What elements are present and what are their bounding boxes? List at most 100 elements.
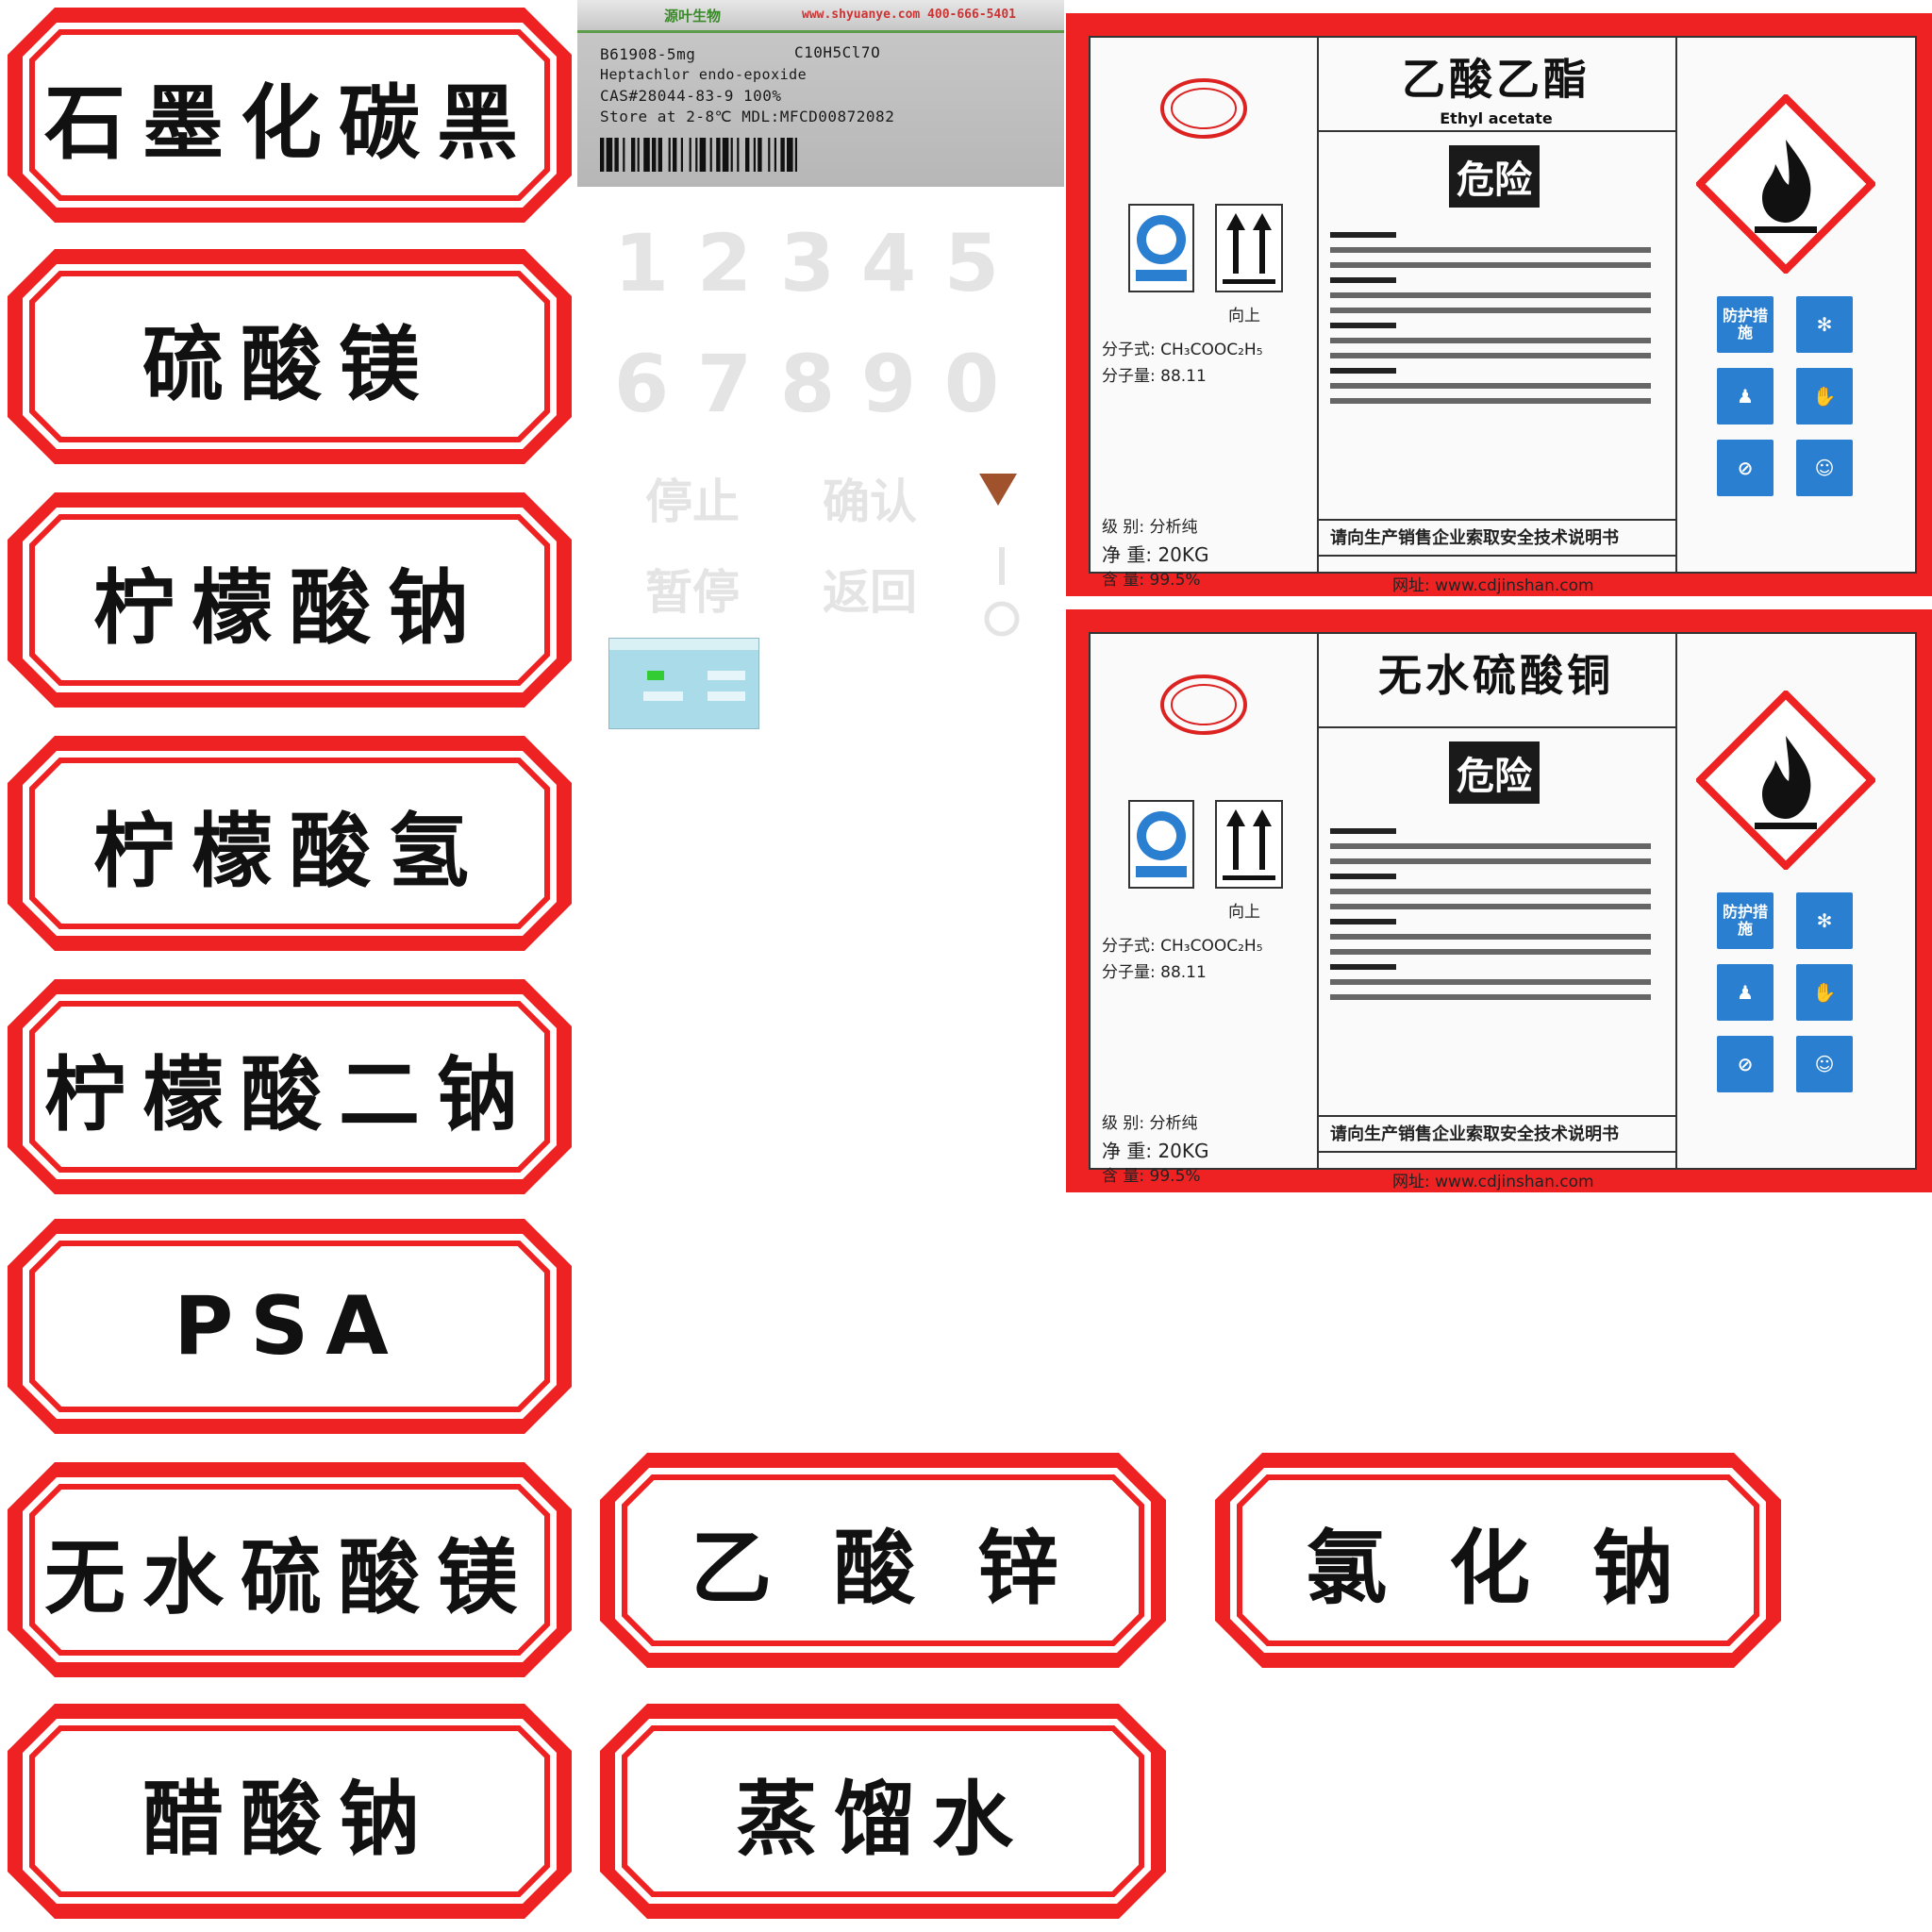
hazard-title-box: 乙酸乙酯 Ethyl acetate	[1317, 38, 1675, 132]
thumbnail-titlebar	[609, 639, 758, 650]
hazard-text-line	[1330, 979, 1651, 985]
chem-name-label: 硫酸镁	[8, 249, 572, 464]
chem-name-label: PSA	[8, 1219, 572, 1434]
thumbnail-indicator	[647, 671, 664, 680]
hazard-text-line	[1330, 874, 1396, 879]
hazard-text-line	[1330, 368, 1396, 374]
label-text: 柠檬酸氢	[93, 804, 486, 899]
hazard-text-line	[1330, 889, 1651, 894]
protective-measures-badge: 防护措施	[1717, 892, 1774, 949]
back-button[interactable]: 返回	[823, 555, 917, 623]
chem-name-label: 柠檬酸氢	[8, 736, 572, 951]
key-6[interactable]: 6	[604, 338, 679, 430]
chem-name-label: 蒸馏水	[600, 1704, 1166, 1919]
reagent-brand: 源叶生物	[664, 8, 722, 25]
chemical-title: 乙酸乙酯	[1402, 54, 1591, 105]
hazard-middle-column: 无水硫酸铜 危险 请向生产销售企业索取安全技术说明书 网址: www.cdjin…	[1317, 634, 1677, 1191]
pause-button[interactable]: 暂停	[645, 555, 740, 623]
hazard-text-line	[1330, 919, 1396, 924]
hazard-text-line	[1330, 323, 1396, 328]
hazard-text-line	[1330, 262, 1651, 268]
barcode-image	[600, 138, 797, 172]
hazard-statements	[1330, 223, 1660, 413]
content: 含 量: 99.5%	[1102, 1167, 1201, 1186]
hazard-title-box: 无水硫酸铜	[1317, 634, 1675, 728]
gloves-icon: ✋	[1796, 964, 1853, 1021]
ventilation-icon: ✻	[1796, 296, 1853, 353]
hazard-text-line	[1330, 383, 1651, 389]
chem-name-label: 无水硫酸镁	[8, 1462, 572, 1677]
upright-caption: 向上	[1228, 903, 1260, 922]
respirator-icon: ☺	[1796, 440, 1853, 496]
hazard-right-column: 防护措施 ✻ ♟ ✋ ⊘ ☺	[1677, 38, 1915, 572]
key-0[interactable]: 0	[934, 338, 1009, 430]
label-text: 氯 化 钠	[1306, 1521, 1690, 1616]
danger-badge: 危险	[1449, 741, 1540, 804]
this-way-up-icon	[1215, 204, 1283, 292]
hazard-text-line	[1330, 398, 1651, 404]
reagent-website: www.shyuanye.com 400-666-5401	[802, 8, 1016, 22]
chemical-subtitle: Ethyl acetate	[1440, 109, 1553, 127]
key-9[interactable]: 9	[851, 338, 926, 430]
label-text: 乙 酸 锌	[691, 1521, 1075, 1616]
chem-name-label: 石墨化碳黑	[8, 8, 572, 223]
net-weight: 净 重: 20KG	[1102, 543, 1209, 566]
company-seal-icon	[1160, 675, 1247, 735]
respirator-icon: ☺	[1796, 1036, 1853, 1092]
confirm-button[interactable]: 确认	[823, 464, 917, 532]
key-8[interactable]: 8	[770, 338, 845, 430]
hazard-text-line	[1330, 353, 1651, 358]
reagent-cas: CAS#28044-83-9 100%	[600, 87, 782, 105]
content: 含 量: 99.5%	[1102, 571, 1201, 590]
label-text: 硫酸镁	[142, 317, 437, 412]
no-fire-icon: ⊘	[1717, 440, 1774, 496]
key-3[interactable]: 3	[770, 217, 845, 309]
label-text: 柠檬酸二钠	[44, 1047, 535, 1142]
safety-manual-note: 请向生产销售企业索取安全技术说明书	[1330, 528, 1619, 548]
hazard-label-body: 向上 分子式: CH₃COOC₂H₅ 分子量: 88.11 级 别: 分析纯 净…	[1089, 632, 1917, 1191]
hazard-label-body: 向上 分子式: CH₃COOC₂H₅ 分子量: 88.11 级 别: 分析纯 净…	[1089, 36, 1917, 595]
hazard-text-line	[1330, 828, 1396, 834]
hazard-text-line	[1330, 934, 1651, 940]
key-1[interactable]: 1	[604, 217, 679, 309]
power-toggle-icon[interactable]	[981, 547, 1023, 641]
key-2[interactable]: 2	[687, 217, 762, 309]
divider	[1317, 555, 1675, 557]
key-7[interactable]: 7	[687, 338, 762, 430]
chem-name-label: 柠檬酸二钠	[8, 979, 572, 1194]
hazard-right-column: 防护措施 ✻ ♟ ✋ ⊘ ☺	[1677, 634, 1915, 1168]
molecular-weight: 分子量: 88.11	[1102, 963, 1207, 982]
hazard-text-line	[1330, 858, 1651, 864]
dropdown-triangle-icon[interactable]	[977, 472, 1019, 509]
hazard-text-line	[1330, 964, 1396, 970]
company-seal-icon	[1160, 78, 1247, 139]
hazard-middle-column: 乙酸乙酯 Ethyl acetate 危险 请向生产销售企业索取安全技术说明书 …	[1317, 38, 1677, 595]
molecular-formula: 分子式: CH₃COOC₂H₅	[1102, 937, 1263, 956]
hazard-text-line	[1330, 843, 1651, 849]
danger-badge: 危险	[1449, 145, 1540, 208]
stop-button[interactable]: 停止	[645, 464, 740, 532]
protective-suit-icon: ♟	[1717, 368, 1774, 425]
hazard-text-line	[1330, 292, 1651, 298]
gloves-icon: ✋	[1796, 368, 1853, 425]
chem-name-label: 氯 化 钠	[1215, 1453, 1781, 1668]
device-screen-thumbnail	[608, 638, 759, 729]
hazard-statements	[1330, 819, 1660, 1009]
label-text: 柠檬酸钠	[93, 560, 486, 656]
hazard-text-line	[1330, 277, 1396, 283]
chem-name-label: 醋酸钠	[8, 1704, 572, 1919]
grade: 级 别: 分析纯	[1102, 1114, 1198, 1133]
label-text: 无水硫酸镁	[44, 1530, 535, 1625]
label-text: PSA	[174, 1279, 406, 1374]
label-text: 蒸馏水	[736, 1772, 1030, 1867]
flammable-diamond-icon	[1696, 691, 1875, 870]
molecular-formula: 分子式: CH₃COOC₂H₅	[1102, 341, 1263, 359]
upright-caption: 向上	[1228, 307, 1260, 325]
key-5[interactable]: 5	[934, 217, 1009, 309]
chemical-title: 无水硫酸铜	[1378, 650, 1614, 701]
hazard-text-line	[1330, 904, 1651, 909]
safety-manual-note: 请向生产销售企业索取安全技术说明书	[1330, 1124, 1619, 1144]
key-4[interactable]: 4	[851, 217, 926, 309]
hazard-text-line	[1330, 949, 1651, 955]
reagent-catalog: B61908-5mg	[600, 45, 696, 63]
